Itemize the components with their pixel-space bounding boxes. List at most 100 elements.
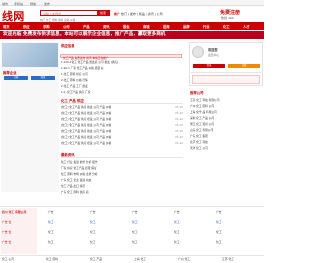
supply-row[interactable]: 1-100-1化工 化工产品 批发商 公司 批发 [供应] [61,60,181,64]
product-row[interactable]: [化工] 化工产品 供应 批发 公司 产品 价格 05-20 [61,111,183,115]
row-date: 05-20 [175,135,183,139]
news-row[interactable]: 厂家 供应 化工产品 质量 保证 [61,166,183,170]
footer-link[interactable]: 化工 原料 [46,257,58,261]
nav-item[interactable]: 招商 [163,24,170,29]
divider [191,72,261,73]
announcement-banner[interactable]: 欢迎光临 免费发布供求信息，本站可以展示企业信息，推广产品，赢取更多商机 [0,31,264,39]
nav-item[interactable]: 资讯 [103,24,110,29]
product-row-text: [化工] 化工产品 供应 批发 公司 产品 价格 [61,105,112,109]
bottom-cell[interactable]: 化工 [174,230,180,234]
news-row[interactable]: 化工 原料 市场 价格 走势 分析 [61,172,183,176]
product-row[interactable]: [化工] 化工产品 供应 批发 公司 产品 价格 05-20 [61,105,183,109]
bottom-cell[interactable]: 化工 [174,240,180,244]
bottom-cell[interactable]: 化工 [48,220,54,224]
member-center-link[interactable]: 会员中心 [208,53,219,57]
company-item[interactable]: 广东 化工 集团 [190,134,262,138]
company-item[interactable]: 山东 化工 有限公司 [190,128,262,132]
nav-item[interactable]: 人才 [243,24,250,29]
topbar-wechat-link[interactable]: 微信 [30,2,36,6]
supply-row[interactable]: 2-化工 原料 价格 行情 [61,78,181,82]
hotline-text: 热线 400 [221,16,234,20]
promo-image[interactable] [2,43,58,67]
nav-item[interactable]: 首页 [3,24,10,29]
company-item[interactable]: 天津 化工 公司 [190,146,262,150]
footer-link[interactable]: 江苏 化工 [222,257,234,261]
avatar [192,46,204,58]
bottom-cell[interactable]: 化工 [48,240,54,244]
bottom-cell[interactable]: 广告 [90,210,96,214]
right-register-button[interactable]: 注册 [228,64,260,68]
supply-row[interactable]: 1-0 -化工产品 供应 厂家 [61,90,181,94]
row-date: 05-20 [175,105,183,109]
left-login-button[interactable]: 登录 [31,76,55,80]
hot-words-items[interactable]: 热门 | 发布 | 新品 | 资讯 | 公司 [121,12,163,16]
company-item[interactable]: 浙江 化工 贸易 公司 [190,122,262,126]
bottom-cell[interactable]: 广告 [174,210,180,214]
right-login-button[interactable]: 登录 [193,64,225,68]
bottom-cell[interactable]: 化工 [132,230,138,234]
nav-item[interactable]: 商城 [143,24,150,29]
row-date: 05-20 [175,129,183,133]
supply-row[interactable]: 1-90-1 厂家 化工产品 价格 质量 好 [61,66,181,70]
divider [0,255,264,256]
divider [61,103,183,104]
bottom-cell[interactable]: 化工 [90,220,96,224]
nav-item[interactable]: 公司 [63,24,70,29]
product-row[interactable]: [化工] 化工产品 供应 批发 公司 产品 价格 05-20 [61,141,183,145]
product-row[interactable]: [化工] 化工产品 供应 批发 公司 产品 价格 05-20 [61,129,183,133]
footer-link[interactable]: 广州 化工 [178,257,190,261]
bottom-cell[interactable]: 化工 [90,230,96,234]
product-row-text: [化工] 化工产品 供应 批发 公司 产品 价格 [61,111,112,115]
topbar-city-link[interactable]: 城市 [2,2,8,6]
news-row[interactable]: 化工 产品 出口 情况 [61,184,183,188]
footer-link[interactable]: 化工 产品 [90,257,102,261]
product-row[interactable]: [化工] 化工产品 供应 批发 公司 产品 价格 05-20 [61,135,183,139]
ad-banner[interactable] [192,75,260,84]
company-item[interactable]: 深圳 化工 产品 公司 [190,116,262,120]
nav-item[interactable]: 行业 [203,24,210,29]
footer-link[interactable]: 上海 化工 [134,257,146,261]
bottom-cell[interactable]: 广告 位 [2,240,11,244]
product-row[interactable]: [化工] 化工产品 供应 批发 公司 产品 价格 05-20 [61,117,183,121]
nav-item[interactable]: 化工 [223,24,230,29]
bottom-cell[interactable]: 化工 [48,230,54,234]
company-item[interactable]: 江苏 化工 科技 有限公司 [190,98,262,102]
news-row[interactable]: 广东 化工 原料 供应 商 [61,190,183,194]
news-row[interactable]: 化工 行业 发展 前景 分析 报告 [61,160,183,164]
bottom-cell[interactable]: 化工 [216,230,222,234]
company-item[interactable]: 广州 化工 原料 公司 [190,104,262,108]
bottom-cell[interactable]: 化工 [132,220,138,224]
search-button[interactable]: 搜索 [97,11,109,16]
nav-item[interactable]: 品牌 [183,24,190,29]
free-register-link[interactable]: 免费注册 [220,9,240,16]
bottom-cell[interactable]: 广告 位 [2,230,11,234]
nav-item[interactable]: 求购 [43,24,50,29]
bottom-cell[interactable]: 广告 [48,210,54,214]
bottom-cell[interactable]: 化工 [216,240,222,244]
company-item[interactable]: 上海 化学 品 有限公司 [190,110,262,114]
bottom-cell[interactable]: 四川 化工 有限公司 [2,210,26,214]
bottom-cell[interactable]: 广告 [216,210,222,214]
bottom-cell[interactable]: 广告 位 [2,220,11,224]
product-row[interactable]: [化工] 化工产品 供应 批发 公司 产品 价格 05-20 [61,123,183,127]
topbar-post-link[interactable]: 发布 [44,2,50,6]
topbar-mobile-link[interactable]: 手机站 [14,2,23,6]
footer-link[interactable]: 化工 公司 [2,257,14,261]
bottom-cell[interactable]: 广告 [132,210,138,214]
product-row-text: [化工] 化工产品 供应 批发 公司 产品 价格 [61,129,112,133]
product-row-text: [化工] 化工产品 供应 批发 公司 产品 价格 [61,123,112,127]
notice-text[interactable]: 化工产品 免费发布 资讯 本站正在推广 [63,56,109,60]
bottom-cell[interactable]: 化工 [132,240,138,244]
nav-item[interactable]: 供应 [23,24,30,29]
left-register-button[interactable]: 注册 [4,76,28,80]
company-item[interactable]: 北京 化工 科技 [190,140,262,144]
bottom-cell[interactable]: 化工 [216,220,222,224]
bottom-cell[interactable]: 化工 [90,240,96,244]
supply-row[interactable]: 2-化工 产品 工厂 批发 [61,84,181,88]
supply-row[interactable]: 1-化工 原料 供应 公司 [61,72,181,76]
nav-item[interactable]: 产品 [83,24,90,29]
bottom-cell[interactable]: 化工 [174,220,180,224]
search-input[interactable] [41,11,91,16]
nav-item[interactable]: 展会 [123,24,130,29]
news-row[interactable]: 广东 化工 企业 发展 动态 [61,178,183,182]
